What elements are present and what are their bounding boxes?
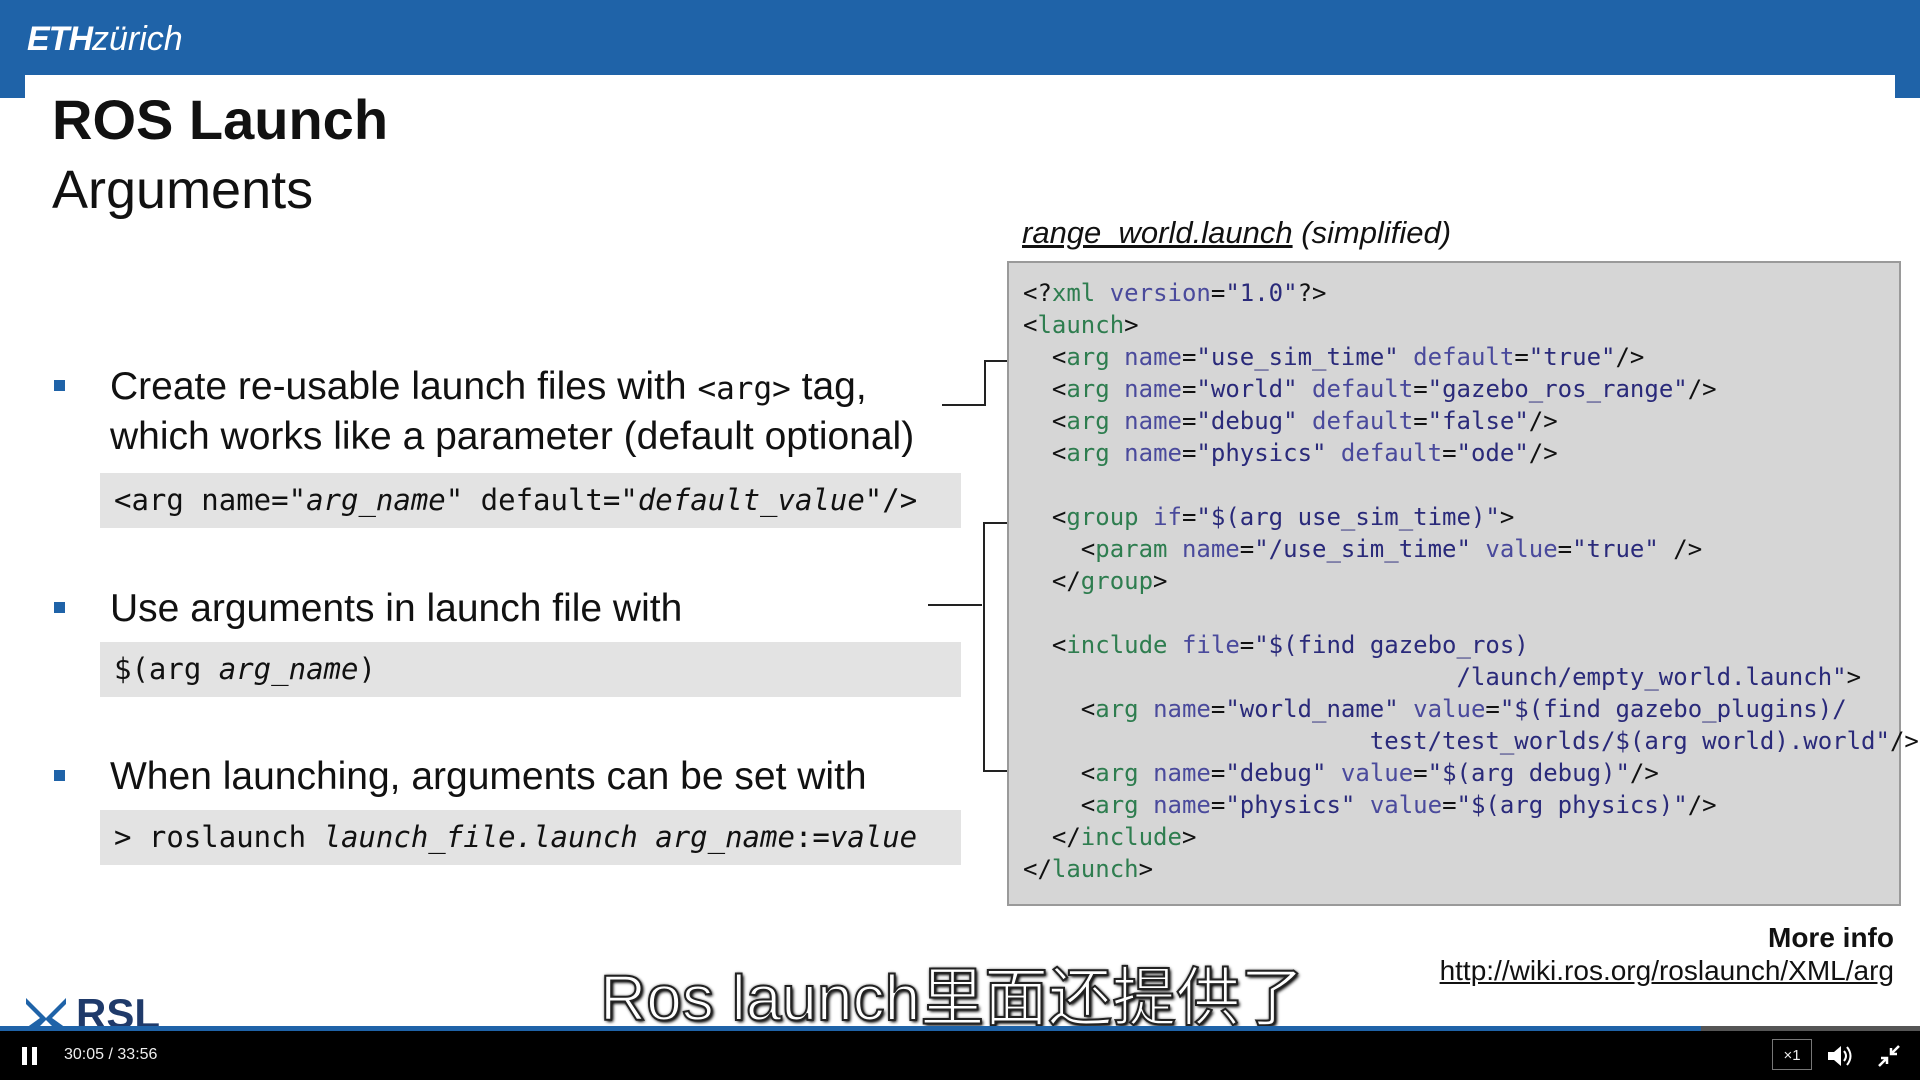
code-line: test/test_worlds/$(arg world).world"/> — [1023, 727, 1919, 755]
code-line: <param name="/use_sim_time" value="true"… — [1023, 535, 1703, 563]
rsl-logo-icon: RSL — [26, 998, 160, 1028]
code-line: </launch> — [1023, 855, 1154, 883]
code-line: <launch> — [1023, 311, 1139, 339]
code-line: <arg name="debug" value="$(arg debug)"/> — [1023, 759, 1659, 787]
fullscreen-exit-icon[interactable] — [1876, 1043, 1902, 1069]
time-total: 33:56 — [117, 1046, 158, 1063]
code-line: </include> — [1023, 823, 1197, 851]
more-info-label: More info — [1768, 922, 1894, 953]
code-line: <arg name="use_sim_time" default="true"/… — [1023, 343, 1645, 371]
pause-icon[interactable] — [18, 1044, 42, 1068]
code-line: <arg name="physics" value="$(arg physics… — [1023, 791, 1717, 819]
more-info-link[interactable]: http://wiki.ros.org/roslaunch/XML/arg — [1440, 955, 1894, 987]
volume-icon[interactable] — [1826, 1043, 1854, 1069]
code-line: <?xml version="1.0"?> — [1023, 279, 1327, 307]
code-line: <include file="$(find gazebo_ros) — [1023, 631, 1529, 659]
code-line: <arg name="world_name" value="$(find gaz… — [1023, 695, 1847, 723]
code-line: </group> — [1023, 567, 1168, 595]
time-display: 30:05 / 33:56 — [64, 1046, 158, 1063]
code-line: <arg name="physics" default="ode"/> — [1023, 439, 1558, 467]
player-controls: 30:05 / 33:56 ×1 — [0, 1031, 1920, 1080]
code-line: <arg name="debug" default="false"/> — [1023, 407, 1558, 435]
code-line: <arg name="world" default="gazebo_ros_ra… — [1023, 375, 1717, 403]
subtitle-caption: Ros launch里面还提供了 — [599, 961, 1305, 1035]
code-line: /launch/empty_world.launch"> — [1023, 663, 1862, 691]
time-current: 30:05 — [64, 1046, 105, 1063]
svg-text:RSL: RSL — [76, 998, 160, 1028]
playback-speed-button[interactable]: ×1 — [1772, 1039, 1812, 1070]
code-line: <group if="$(arg use_sim_time)"> — [1023, 503, 1515, 531]
file-caption: range_world.launch (simplified) — [1022, 215, 1452, 250]
launch-file-code: <?xml version="1.0"?> <launch> <arg name=… — [1007, 261, 1919, 906]
